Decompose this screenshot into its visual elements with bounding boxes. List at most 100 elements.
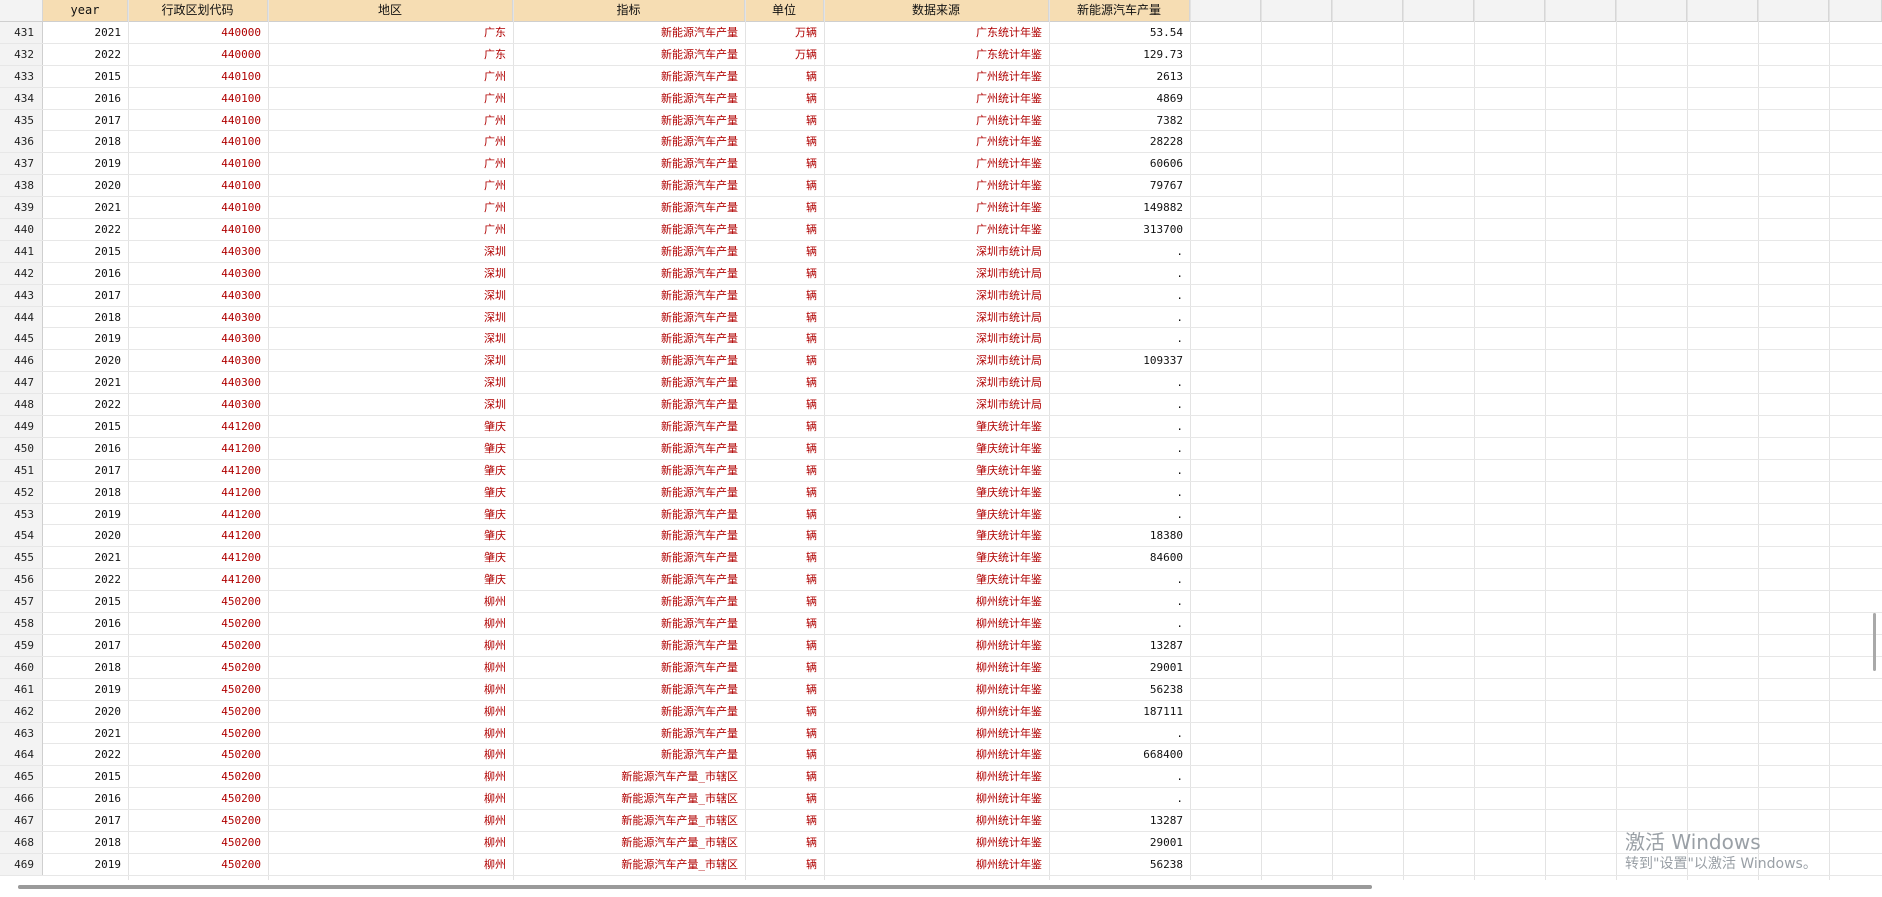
table-row[interactable]: 451 2017 441200 肇庆 新能源汽车产量辆肇庆统计年鉴.: [0, 459, 1882, 482]
cell-region-code[interactable]: 440300: [128, 263, 268, 284]
cell-year[interactable]: 2019: [43, 679, 128, 700]
cell-year[interactable]: 2019: [43, 328, 128, 349]
table-row[interactable]: 445 2019 440300 深圳 新能源汽车产量辆深圳市统计局.: [0, 328, 1882, 351]
row-number[interactable]: 464: [0, 744, 43, 766]
table-row[interactable]: 454 2020 441200 肇庆 新能源汽车产量辆肇庆统计年鉴 18380: [0, 525, 1882, 548]
row-number[interactable]: 436: [0, 131, 43, 153]
cell-indicator[interactable]: 新能源汽车产量: [513, 219, 745, 240]
cell-source[interactable]: 广州统计年鉴: [824, 197, 1049, 218]
cell-nev-output[interactable]: .: [1049, 394, 1190, 415]
cell-area[interactable]: 广州: [268, 131, 513, 152]
cell-year[interactable]: 2015: [43, 241, 128, 262]
cell-source[interactable]: 广东统计年鉴: [824, 44, 1049, 65]
table-row[interactable]: 459 2017 450200 柳州 新能源汽车产量辆柳州统计年鉴 13287: [0, 634, 1882, 657]
cell-indicator[interactable]: 新能源汽车产量: [513, 525, 745, 546]
cell-area[interactable]: 柳州: [268, 788, 513, 809]
table-row[interactable]: 437 2019 440100 广州 新能源汽车产量辆广州统计年鉴 60606: [0, 153, 1882, 176]
cell-nev-output[interactable]: .: [1049, 285, 1190, 306]
row-number[interactable]: 452: [0, 481, 43, 503]
row-number[interactable]: 443: [0, 284, 43, 306]
table-row[interactable]: 462 2020 450200 柳州 新能源汽车产量辆柳州统计年鉴 187111: [0, 700, 1882, 723]
cell-source[interactable]: 柳州统计年鉴: [824, 744, 1049, 765]
cell-unit[interactable]: 辆: [745, 832, 824, 853]
header-empty[interactable]: [1687, 0, 1758, 21]
cell-area[interactable]: 深圳: [268, 328, 513, 349]
row-number[interactable]: 439: [0, 197, 43, 219]
cell-year[interactable]: 2022: [43, 394, 128, 415]
cell-year[interactable]: 2022: [43, 44, 128, 65]
cell-indicator[interactable]: 新能源汽车产量_市辖区: [513, 766, 745, 787]
cell-indicator[interactable]: 新能源汽车产量: [513, 307, 745, 328]
cell-area[interactable]: 柳州: [268, 679, 513, 700]
row-number[interactable]: 441: [0, 240, 43, 262]
cell-unit[interactable]: 辆: [745, 328, 824, 349]
cell-unit[interactable]: 辆: [745, 263, 824, 284]
table-row[interactable]: 467 2017 450200 柳州 新能源汽车产量_市辖区辆柳州统计年鉴 13287: [0, 810, 1882, 832]
table-row[interactable]: 443 2017 440300 深圳 新能源汽车产量辆深圳市统计局.: [0, 284, 1882, 307]
cell-region-code[interactable]: 440100: [128, 219, 268, 240]
cell-area[interactable]: 柳州: [268, 701, 513, 722]
table-row[interactable]: 460 2018 450200 柳州 新能源汽车产量辆柳州统计年鉴 29001: [0, 656, 1882, 679]
cell-unit[interactable]: 辆: [745, 175, 824, 196]
cell-year[interactable]: 2016: [43, 88, 128, 109]
row-number[interactable]: 435: [0, 109, 43, 131]
cell-indicator[interactable]: 新能源汽车产量_市辖区: [513, 788, 745, 809]
cell-region-code[interactable]: 450200: [128, 810, 268, 831]
table-row[interactable]: 432 2022 440000 广东 新能源汽车产量 万辆 广东统计年鉴 129.73: [0, 43, 1882, 66]
cell-nev-output[interactable]: 149882: [1049, 197, 1190, 218]
cell-region-code[interactable]: 450200: [128, 679, 268, 700]
cell-indicator[interactable]: 新能源汽车产量: [513, 44, 745, 65]
cell-year[interactable]: 2022: [43, 744, 128, 765]
row-number[interactable]: 447: [0, 372, 43, 394]
cell-source[interactable]: 柳州统计年鉴: [824, 766, 1049, 787]
cell-nev-output[interactable]: .: [1049, 591, 1190, 612]
cell-indicator[interactable]: 新能源汽车产量: [513, 504, 745, 525]
cell-nev-output[interactable]: 60606: [1049, 153, 1190, 174]
header-region-code[interactable]: 行政区划代码: [128, 0, 268, 21]
table-row[interactable]: 461 2019 450200 柳州 新能源汽车产量辆柳州统计年鉴 56238: [0, 678, 1882, 701]
cell-unit[interactable]: 辆: [745, 766, 824, 787]
cell-unit[interactable]: 辆: [745, 701, 824, 722]
table-row[interactable]: 457 2015 450200 柳州 新能源汽车产量辆柳州统计年鉴.: [0, 591, 1882, 614]
cell-region-code[interactable]: 440000: [128, 44, 268, 65]
cell-indicator[interactable]: 新能源汽车产量: [513, 88, 745, 109]
cell-region-code[interactable]: 450200: [128, 788, 268, 809]
cell-unit[interactable]: 辆: [745, 350, 824, 371]
cell-nev-output[interactable]: .: [1049, 438, 1190, 459]
cell-source[interactable]: 广州统计年鉴: [824, 175, 1049, 196]
cell-source[interactable]: 肇庆统计年鉴: [824, 547, 1049, 568]
cell-indicator[interactable]: 新能源汽车产量_市辖区: [513, 810, 745, 831]
cell-nev-output[interactable]: 18380: [1049, 525, 1190, 546]
header-empty[interactable]: [1261, 0, 1332, 21]
cell-region-code[interactable]: 440100: [128, 153, 268, 174]
cell-source[interactable]: 广州统计年鉴: [824, 131, 1049, 152]
table-row[interactable]: 442 2016 440300 深圳 新能源汽车产量辆深圳市统计局.: [0, 262, 1882, 285]
table-row[interactable]: 455 2021 441200 肇庆 新能源汽车产量辆肇庆统计年鉴 84600: [0, 547, 1882, 570]
cell-nev-output[interactable]: 109337: [1049, 350, 1190, 371]
cell-source[interactable]: 深圳市统计局: [824, 263, 1049, 284]
cell-nev-output[interactable]: .: [1049, 613, 1190, 634]
cell-source[interactable]: 柳州统计年鉴: [824, 635, 1049, 656]
cell-area[interactable]: 柳州: [268, 657, 513, 678]
cell-region-code[interactable]: 441200: [128, 460, 268, 481]
cell-year[interactable]: 2021: [43, 723, 128, 744]
row-number[interactable]: 437: [0, 153, 43, 175]
cell-indicator[interactable]: 新能源汽车产量: [513, 635, 745, 656]
header-year[interactable]: year: [43, 0, 128, 21]
cell-indicator[interactable]: 新能源汽车产量: [513, 372, 745, 393]
cell-unit[interactable]: 辆: [745, 88, 824, 109]
cell-unit[interactable]: 辆: [745, 460, 824, 481]
cell-area[interactable]: 柳州: [268, 810, 513, 831]
cell-year[interactable]: 2017: [43, 285, 128, 306]
cell-unit[interactable]: 辆: [745, 744, 824, 765]
cell-year[interactable]: 2017: [43, 635, 128, 656]
cell-indicator[interactable]: 新能源汽车产量: [513, 613, 745, 634]
cell-indicator[interactable]: 新能源汽车产量: [513, 723, 745, 744]
cell-area[interactable]: 肇庆: [268, 460, 513, 481]
table-row[interactable]: 434 2016 440100 广州 新能源汽车产量辆广州统计年鉴 4869: [0, 87, 1882, 110]
cell-region-code[interactable]: 440300: [128, 350, 268, 371]
cell-unit[interactable]: 辆: [745, 372, 824, 393]
row-number[interactable]: 469: [0, 853, 43, 875]
cell-area[interactable]: 深圳: [268, 350, 513, 371]
cell-region-code[interactable]: 440300: [128, 285, 268, 306]
